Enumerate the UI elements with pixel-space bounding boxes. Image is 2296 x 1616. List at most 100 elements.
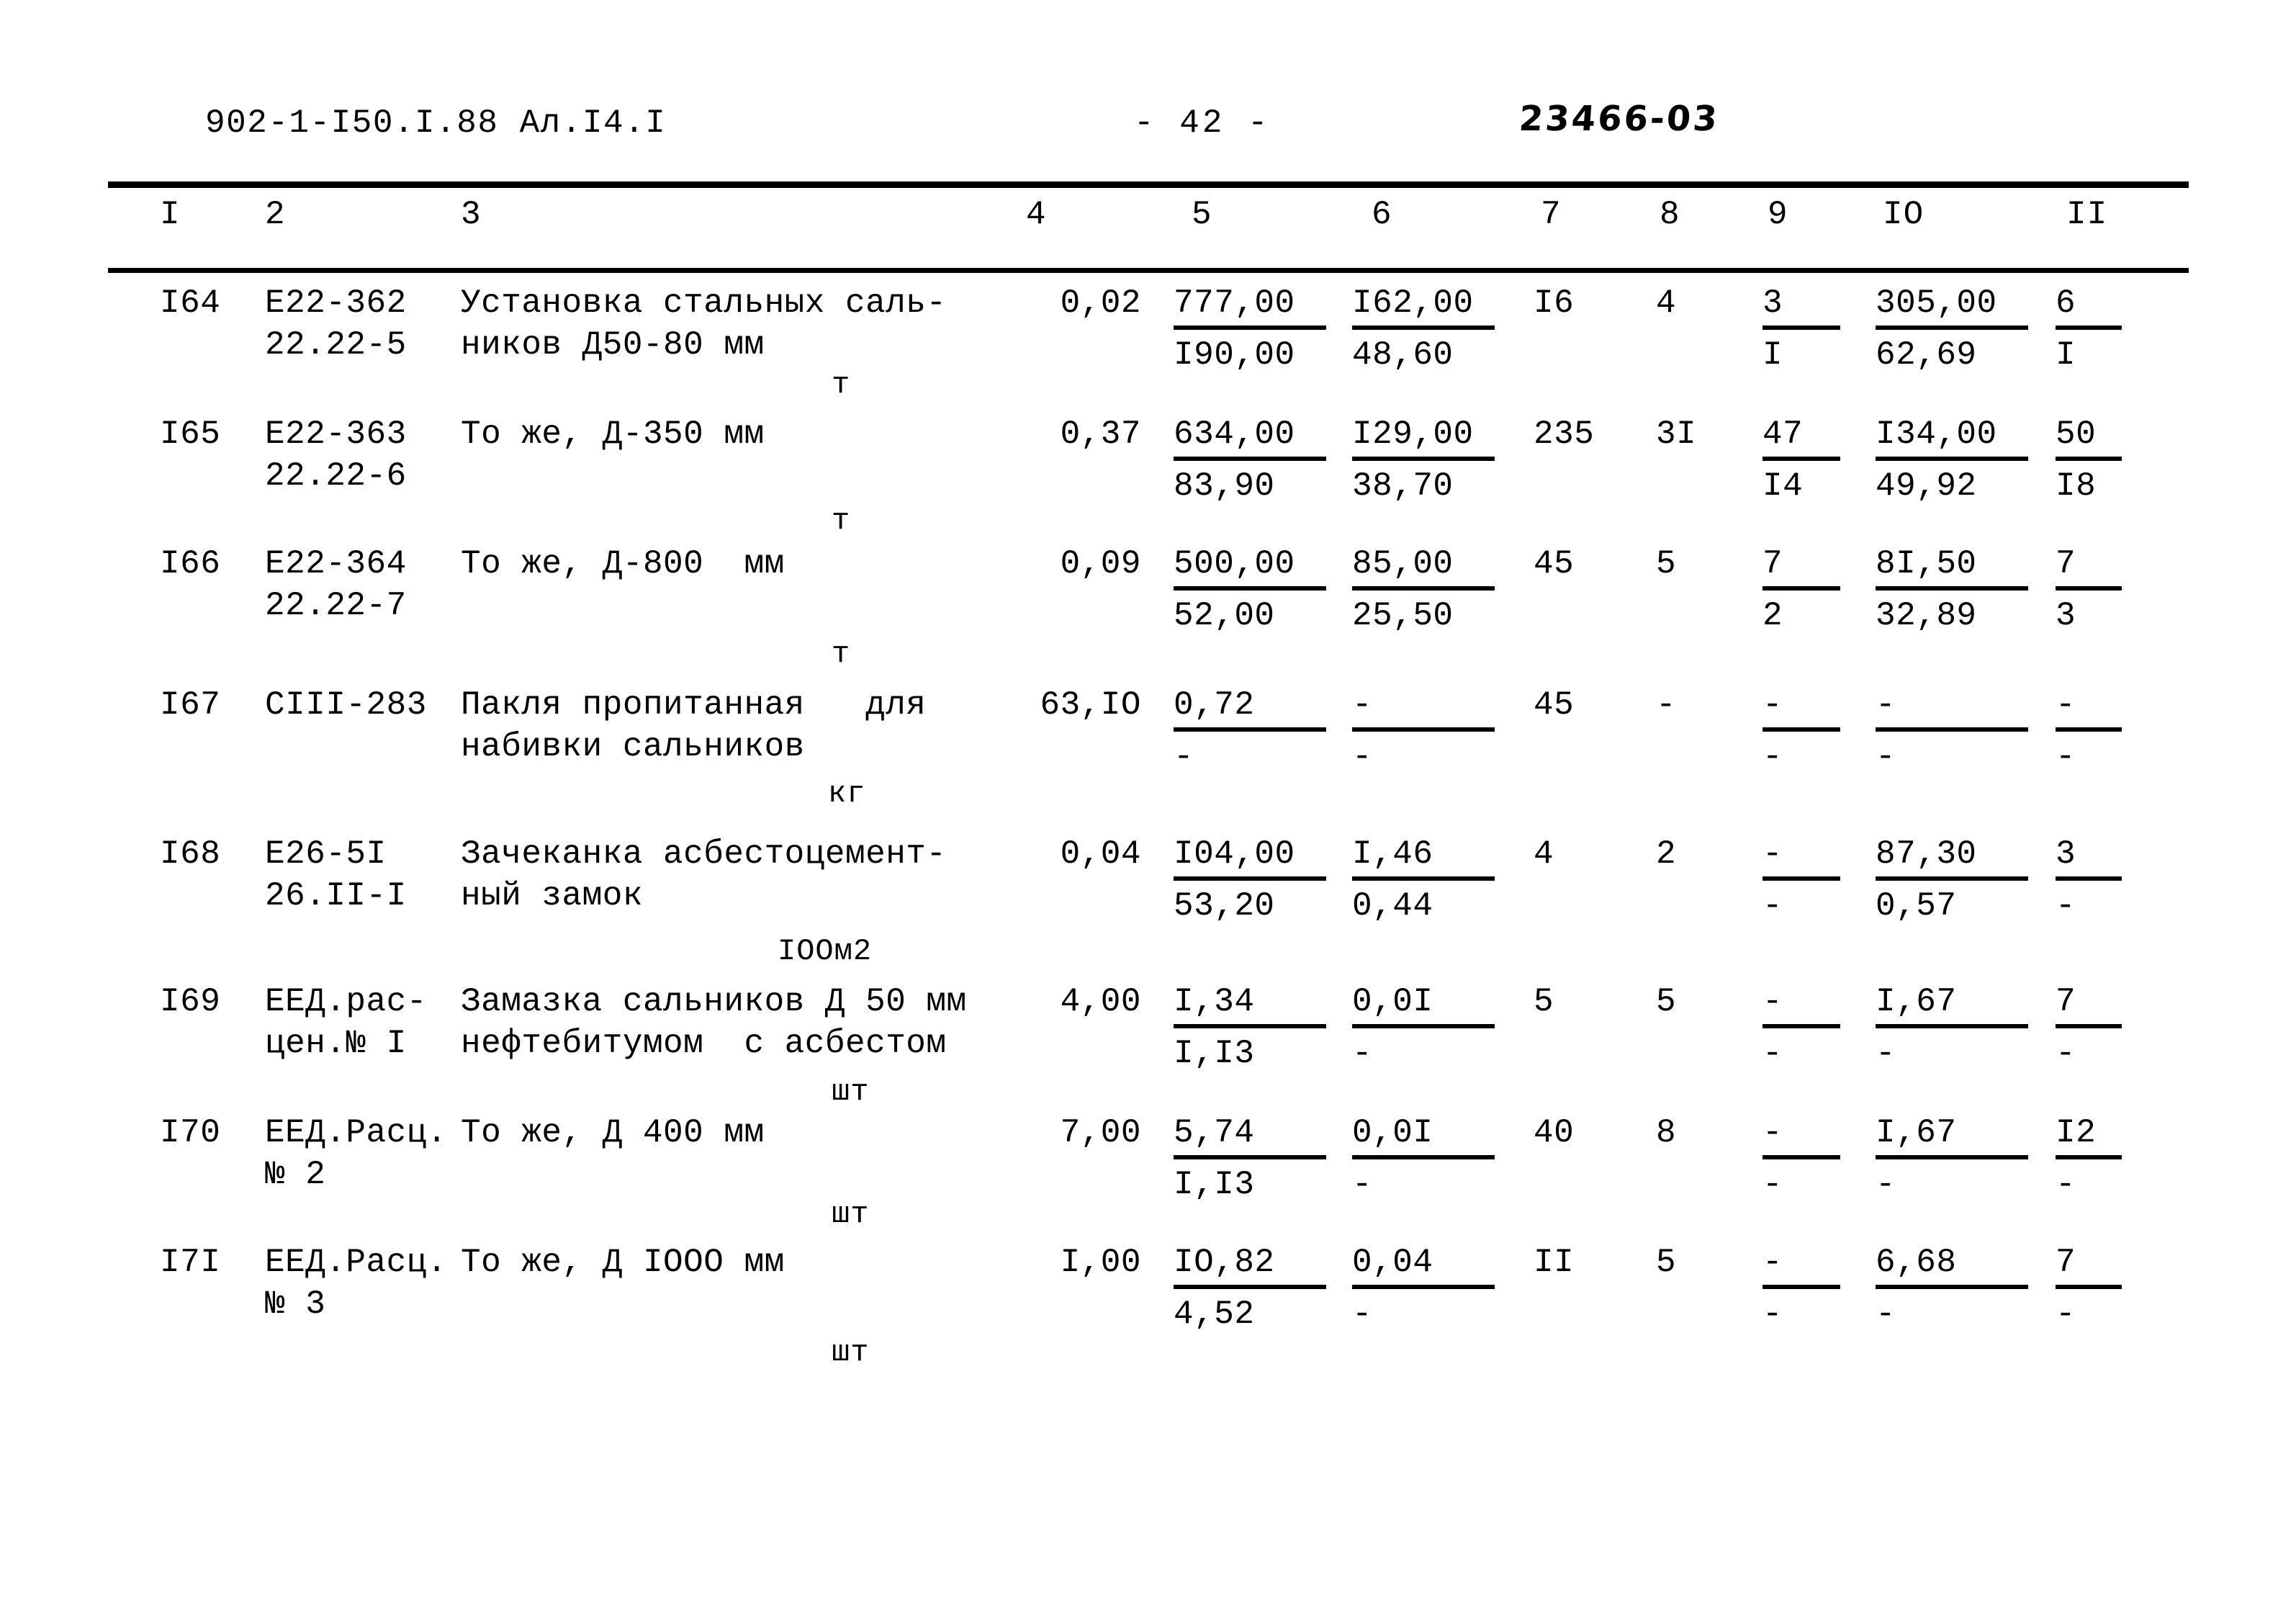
row-quantity: 63,IO: [1040, 686, 1141, 724]
column-header-10: IO: [1883, 196, 1924, 233]
row-unit: шт: [832, 1335, 870, 1370]
document-code: 902-1-I50.I.88 Ал.I4.I: [205, 104, 667, 142]
row-col7: II: [1534, 1244, 1575, 1281]
row-col10-top: I,67: [1876, 1112, 2028, 1159]
row-code-line1: ЕЕД.рас-: [265, 983, 427, 1020]
row-col6: 85,00 25,50: [1352, 543, 1495, 637]
row-col9: --: [1762, 833, 1840, 927]
row-col10: I,67 -: [1876, 1112, 2028, 1206]
row-description-line2: нефтебитумом с асбестом: [461, 1025, 947, 1062]
row-col5: 777,00 I90,00: [1174, 282, 1326, 376]
row-code-line1: ЕЕД.Расц.: [265, 1114, 447, 1152]
row-col11-top: 50: [2056, 413, 2122, 461]
row-col5-top: 0,72: [1174, 684, 1326, 732]
row-col6-top: 85,00: [1352, 543, 1495, 591]
row-col5: I04,00 53,20: [1174, 833, 1326, 927]
column-header-8: 8: [1660, 196, 1680, 233]
row-col6-bottom: -: [1352, 1166, 1373, 1203]
table-body: I64 Е22-362 22.22-5 Установка стальных саль…: [0, 282, 2296, 1378]
table-row: I64 Е22-362 22.22-5 Установка стальных саль…: [0, 282, 2296, 413]
row-code-line1: Е22-363: [265, 416, 407, 453]
row-col10-top: 6,68: [1876, 1242, 2028, 1289]
row-col5-bottom: 4,52: [1174, 1296, 1255, 1333]
row-col5-bottom: I90,00: [1174, 336, 1295, 374]
row-col10-bottom: 49,92: [1876, 467, 1977, 505]
column-header-11: II: [2066, 196, 2108, 233]
row-col5: 634,00 83,90: [1174, 413, 1326, 507]
row-description-line1: То же, Д 400 мм: [461, 1114, 765, 1152]
row-col11-top: I2: [2056, 1112, 2122, 1159]
row-description-line2: набивки сальников: [461, 728, 805, 766]
row-col11-bottom: I: [2056, 336, 2076, 374]
row-description-line1: Замазка сальников Д 50 мм: [461, 983, 967, 1020]
row-col8: -: [1656, 686, 1677, 724]
row-col9-bottom: I: [1762, 336, 1783, 374]
page-number: - 42 -: [1134, 104, 1271, 142]
row-col6: I29,00 38,70: [1352, 413, 1495, 507]
row-col11: --: [2056, 684, 2122, 778]
row-col5: 500,00 52,00: [1174, 543, 1326, 637]
row-number: I68: [160, 835, 221, 873]
row-code-line1: СIII-283: [265, 686, 427, 724]
row-code-line2: 22.22-6: [265, 457, 407, 495]
row-col8: 5: [1656, 545, 1677, 583]
row-col11-top: 3: [2056, 833, 2122, 881]
row-col6-top: 0,04: [1352, 1242, 1495, 1289]
column-header-5: 5: [1192, 196, 1212, 233]
document-page: 902-1-I50.I.88 Ал.I4.I - 42 - 23466-03 I…: [0, 0, 2296, 1616]
row-col5-bottom: 53,20: [1174, 887, 1275, 925]
row-col9-bottom: -: [1762, 1035, 1783, 1072]
row-col11-top: 6: [2056, 282, 2122, 330]
row-code-line1: Е22-362: [265, 284, 407, 322]
row-col10-top: I,67: [1876, 981, 2028, 1028]
row-unit: шт: [832, 1197, 870, 1231]
row-col6: --: [1352, 684, 1495, 778]
row-col9-top: 47: [1762, 413, 1840, 461]
row-col8: 3I: [1656, 416, 1697, 453]
table-row: I69 ЕЕД.рас-цен.№ I Замазка сальников Д 50…: [0, 981, 2296, 1112]
row-col9-top: -: [1762, 1242, 1840, 1289]
column-header-6: 6: [1372, 196, 1392, 233]
row-col10-top: 8I,50: [1876, 543, 2028, 591]
row-col5: 5,74 I,I3: [1174, 1112, 1326, 1206]
row-col9: --: [1762, 981, 1840, 1074]
row-col11-bottom: I8: [2056, 467, 2097, 505]
row-col8: 5: [1656, 983, 1677, 1020]
row-col7: 235: [1534, 416, 1595, 453]
row-col9: 47 I4: [1762, 413, 1840, 507]
row-unit: т: [832, 637, 851, 671]
row-col5-top: 777,00: [1174, 282, 1326, 330]
row-col10-bottom: -: [1876, 1035, 1896, 1072]
row-number: I66: [160, 545, 221, 583]
row-col10: 6,68 -: [1876, 1242, 2028, 1335]
row-col6-top: 0,0I: [1352, 981, 1495, 1028]
row-quantity: 0,02: [1060, 284, 1141, 322]
row-col9: --: [1762, 684, 1840, 778]
row-col6-bottom: 48,60: [1352, 336, 1454, 374]
row-description-line2: ный замок: [461, 877, 643, 915]
row-code-line1: ЕЕД.Расц.: [265, 1244, 447, 1281]
row-col7: I6: [1534, 284, 1575, 322]
row-unit: кг: [828, 776, 866, 811]
row-code-line1: Е26-5I: [265, 835, 387, 873]
column-header-7: 7: [1541, 196, 1562, 233]
row-quantity: 7,00: [1060, 1114, 1141, 1152]
row-col9-top: -: [1762, 1112, 1840, 1159]
row-col9-top: 7: [1762, 543, 1840, 591]
row-col9: 3I: [1762, 282, 1840, 376]
row-col11: 6I: [2056, 282, 2122, 376]
row-col10: 305,00 62,69: [1876, 282, 2028, 376]
table-row: I70 ЕЕД.Расц. № 2 То же, Д 400 мм шт 7,00 5,74…: [0, 1112, 2296, 1242]
column-header-9: 9: [1768, 196, 1788, 233]
row-quantity: 4,00: [1060, 983, 1141, 1020]
row-col11: 3-: [2056, 833, 2122, 927]
row-col9: --: [1762, 1112, 1840, 1206]
row-unit: шт: [832, 1074, 870, 1109]
row-col10-bottom: -: [1876, 1296, 1896, 1333]
row-col5-bottom: 52,00: [1174, 597, 1275, 634]
row-number: I69: [160, 983, 221, 1020]
row-col8: 4: [1656, 284, 1677, 322]
row-col7: 5: [1534, 983, 1554, 1020]
row-number: I70: [160, 1114, 221, 1152]
table-row: I7I ЕЕД.Расц. № 3 То же, Д IOOO мм шт I,00 IO,…: [0, 1242, 2296, 1378]
